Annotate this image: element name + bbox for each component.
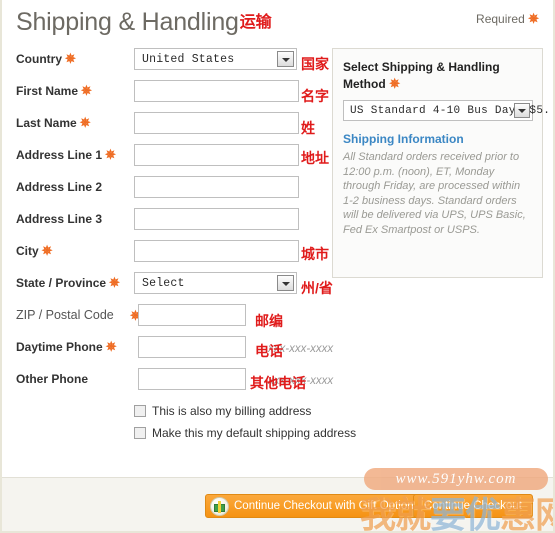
label-first-name-text: First Name xyxy=(16,84,79,98)
daytime-phone-input-wrap xyxy=(138,336,246,358)
gift-icon xyxy=(210,497,229,516)
shipping-method-select[interactable]: US Standard 4-10 Bus Days $5. xyxy=(343,100,550,121)
billing-address-checkbox-row[interactable]: This is also my billing address xyxy=(134,400,356,422)
required-asterisk-icon: ✵ xyxy=(65,51,76,66)
watermark-url-pill: www.591yhw.com xyxy=(364,468,548,490)
address-line-1-input-wrap xyxy=(134,144,299,166)
label-country-text: Country xyxy=(16,52,62,66)
watermark-cn-part1: 我就 xyxy=(360,494,431,533)
city-input[interactable] xyxy=(134,240,299,262)
watermark-url-text: www.591yhw.com xyxy=(395,470,517,487)
form-row-address-line-1: Address Line 1 ✵ xyxy=(2,141,342,173)
page-title-text: Shipping & Handling xyxy=(16,8,239,36)
label-last-name: Last Name ✵ xyxy=(16,116,91,130)
address-line-2-input-wrap xyxy=(134,176,299,198)
required-asterisk-icon: ✵ xyxy=(79,115,91,130)
label-state-province: State / Province ✵ xyxy=(16,276,120,290)
shipping-options-checkbox-group: This is also my billing address Make thi… xyxy=(134,400,356,444)
form-row-city: City ✵ xyxy=(2,237,342,269)
watermark-cn-part3: 惠网 xyxy=(500,494,553,533)
page-title: Shipping & Handling运输 xyxy=(16,8,272,37)
billing-address-checkbox-label: This is also my billing address xyxy=(152,404,312,418)
zip-postal-code-input[interactable] xyxy=(138,304,246,326)
watermark-cn-text: 我就要优惠网 xyxy=(360,486,553,533)
billing-address-checkbox[interactable] xyxy=(134,405,146,417)
form-row-country: Country ✵ United States xyxy=(2,45,342,77)
form-row-state-province: State / Province ✵ Select xyxy=(2,269,342,301)
cn-annotation-other-phone: 其他电话 xyxy=(250,375,306,391)
first-name-input[interactable] xyxy=(134,80,299,102)
country-select[interactable]: United States xyxy=(134,48,297,70)
daytime-phone-input[interactable] xyxy=(138,336,246,358)
label-daytime-phone: Daytime Phone ✵ xyxy=(16,340,117,354)
last-name-input[interactable] xyxy=(134,112,299,134)
label-state-province-text: State / Province xyxy=(16,276,107,290)
address-line-3-input-wrap xyxy=(134,208,299,230)
required-asterisk-icon: ✵ xyxy=(385,76,401,91)
other-phone-input-wrap xyxy=(138,368,246,390)
first-name-input-wrap xyxy=(134,80,299,102)
default-shipping-checkbox[interactable] xyxy=(134,427,146,439)
page-title-cn-annotation: 运输 xyxy=(239,14,272,31)
required-asterisk-icon: ✵ xyxy=(105,339,117,354)
chevron-down-icon[interactable] xyxy=(514,103,530,118)
zip-input-wrap xyxy=(138,304,246,326)
state-province-select[interactable]: Select xyxy=(134,272,297,294)
cn-annotation-first-name: 名字 xyxy=(301,88,329,104)
state-province-select-value: Select xyxy=(142,277,185,290)
chevron-down-icon[interactable] xyxy=(277,51,294,67)
address-line-1-input[interactable] xyxy=(134,144,299,166)
cn-annotation-city: 城市 xyxy=(301,246,329,262)
default-shipping-checkbox-label: Make this my default shipping address xyxy=(152,426,357,440)
required-asterisk-icon: ✵ xyxy=(105,147,116,162)
state-select-wrap: Select xyxy=(134,272,297,294)
other-phone-input[interactable] xyxy=(138,368,246,390)
label-last-name-text: Last Name xyxy=(16,116,77,130)
cn-annotation-daytime-phone: 电话 xyxy=(255,343,283,359)
shipping-method-heading-text: Select Shipping & Handling Method xyxy=(343,60,500,91)
address-line-2-input[interactable] xyxy=(134,176,299,198)
required-legend: Required ✵ xyxy=(476,12,539,26)
label-address-line-1-text: Address Line 1 xyxy=(16,148,103,162)
shipping-information-text: All Standard orders received prior to 12… xyxy=(343,151,526,236)
required-asterisk-icon: ✵ xyxy=(41,243,53,258)
label-address-line-2: Address Line 2 xyxy=(16,180,103,194)
label-address-line-3: Address Line 3 xyxy=(16,212,103,226)
label-country: Country ✵ xyxy=(16,52,76,66)
form-row-address-line-3: Address Line 3 xyxy=(2,205,342,237)
shipping-method-heading: Select Shipping & Handling Method ✵ xyxy=(343,59,532,93)
label-daytime-phone-text: Daytime Phone xyxy=(16,340,103,354)
chevron-down-icon[interactable] xyxy=(277,275,294,291)
form-row-address-line-2: Address Line 2 xyxy=(2,173,342,205)
required-legend-label: Required xyxy=(476,12,525,26)
form-row-last-name: Last Name ✵ xyxy=(2,109,342,141)
shipping-method-panel: Select Shipping & Handling Method ✵ US S… xyxy=(332,48,550,278)
cn-annotation-last-name: 姓 xyxy=(301,120,315,136)
label-other-phone: Other Phone xyxy=(16,372,89,386)
default-shipping-checkbox-row[interactable]: Make this my default shipping address xyxy=(134,422,356,444)
country-select-value: United States xyxy=(142,53,235,66)
label-first-name: First Name ✵ xyxy=(16,84,92,98)
label-city-text: City xyxy=(16,244,39,258)
address-line-3-input[interactable] xyxy=(134,208,299,230)
watermark-cn-part2: 要优 xyxy=(430,494,501,533)
label-address-line-1: Address Line 1 ✵ xyxy=(16,148,116,162)
label-zip-postal-code: ZIP / Postal Code xyxy=(16,308,114,322)
shipping-handling-page: Shipping & Handling运输 Required ✵ Country… xyxy=(0,0,555,533)
shipping-information-link[interactable]: Shipping Information xyxy=(343,132,532,146)
last-name-input-wrap xyxy=(134,112,299,134)
cn-annotation-state: 州/省 xyxy=(301,280,333,296)
cn-annotation-country: 国家 xyxy=(301,56,329,72)
form-row-first-name: First Name ✵ xyxy=(2,77,342,109)
required-asterisk-icon: ✵ xyxy=(109,275,120,290)
required-asterisk-icon: ✵ xyxy=(81,83,92,98)
required-asterisk-icon: ✵ xyxy=(528,11,539,26)
country-select-wrap: United States xyxy=(134,48,297,70)
cn-annotation-address1: 地址 xyxy=(301,150,329,166)
label-city: City ✵ xyxy=(16,244,53,258)
form-row-zip-postal-code: ZIP / Postal Code ✵ xyxy=(2,301,342,333)
cn-annotation-zip: 邮编 xyxy=(255,313,283,329)
city-input-wrap xyxy=(134,240,299,262)
